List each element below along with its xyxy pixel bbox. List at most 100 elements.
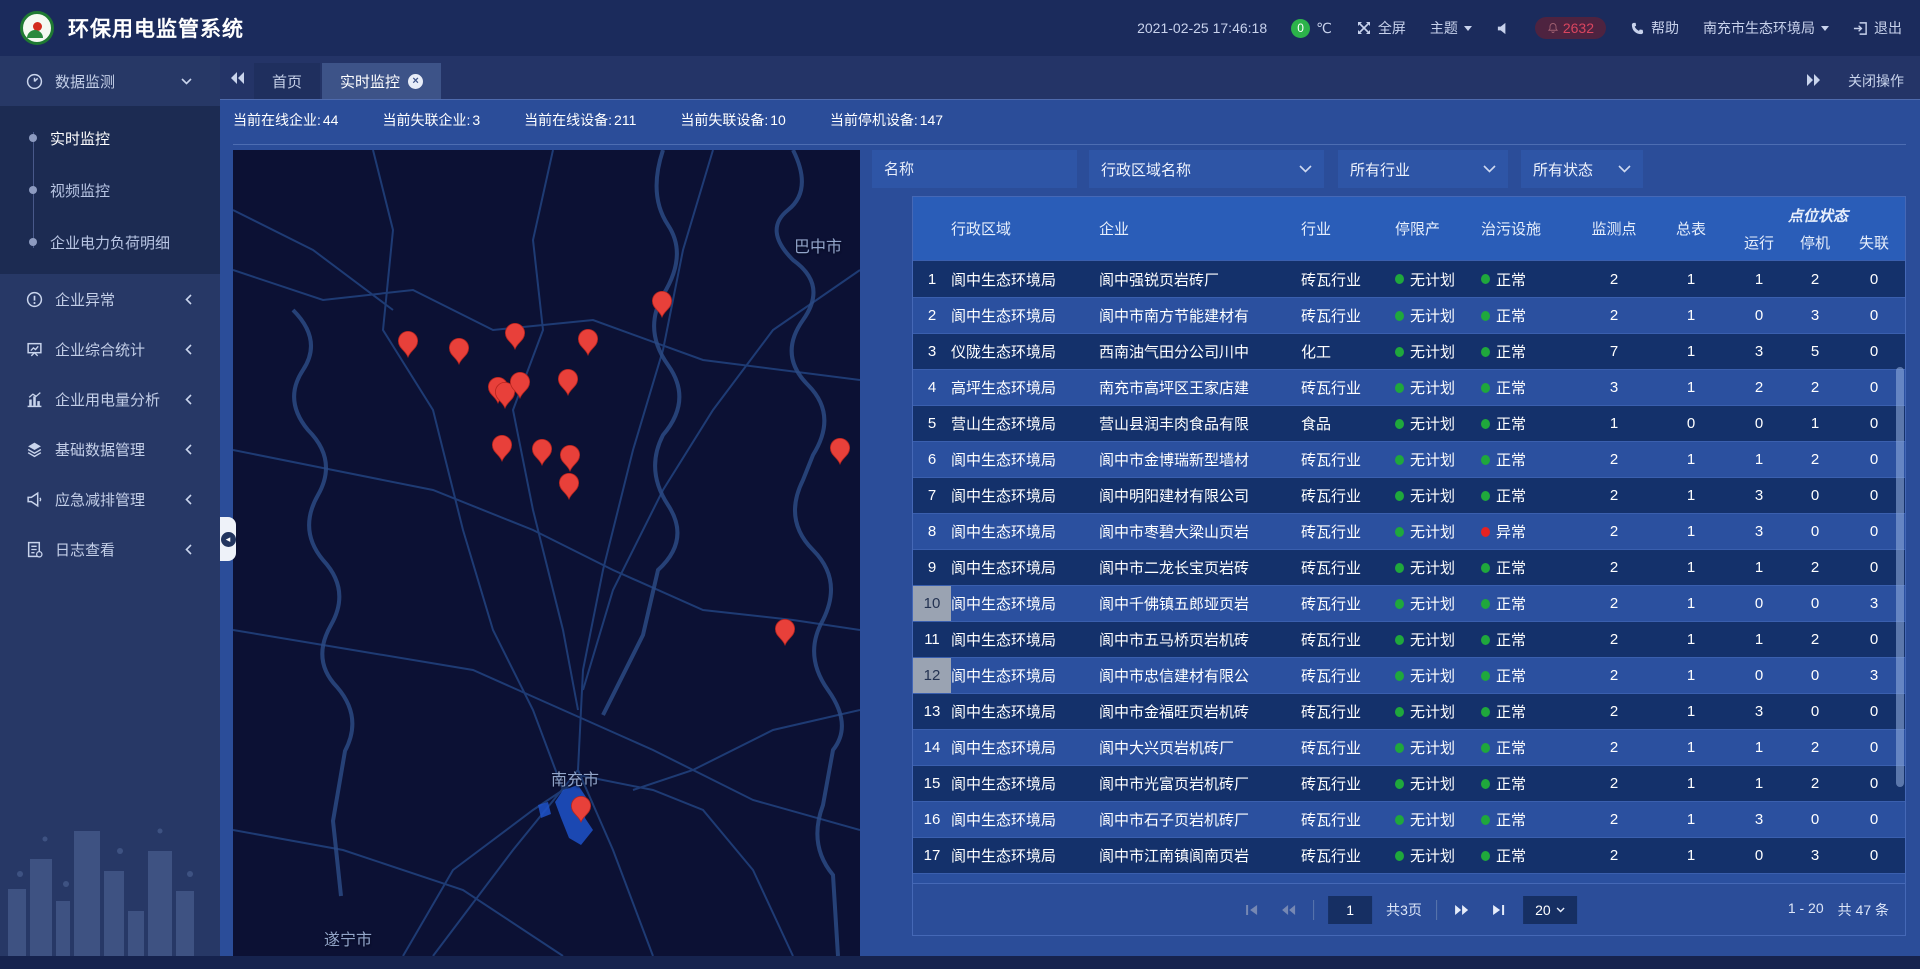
table-row[interactable]: 5 营山生态环境局 营山县润丰肉食品有限 食品 无计划 正常 1 0 0 1 0	[913, 405, 1905, 441]
table-row[interactable]: 17 阆中生态环境局 阆中市江南镇阆南页岩 砖瓦行业 无计划 正常 2 1 0 …	[913, 837, 1905, 873]
table-row[interactable]: 14 阆中生态环境局 阆中大兴页岩机砖厂 砖瓦行业 无计划 正常 2 1 1 2…	[913, 729, 1905, 765]
table-scrollbar[interactable]	[1896, 367, 1904, 787]
map-panel[interactable]: 巴中市 南充市 遂宁市	[233, 150, 860, 956]
notification-badge[interactable]: 2632	[1535, 17, 1606, 39]
table-row[interactable]: 10 阆中生态环境局 阆中千佛镇五郎垭页岩 砖瓦行业 无计划 正常 2 1 0 …	[913, 585, 1905, 621]
cell-stop-status: 无计划	[1395, 557, 1481, 578]
status-select[interactable]: 所有状态	[1521, 150, 1643, 188]
map-pin-icon[interactable]	[578, 329, 597, 355]
temperature: 0 ℃	[1291, 19, 1332, 38]
stat-lost-devices: 当前失联设备:10	[680, 110, 785, 130]
status-dot	[1481, 274, 1490, 284]
page-number-input[interactable]: 1	[1328, 896, 1372, 924]
cell-company: 阆中市金博瑞新型墙材	[1099, 449, 1301, 470]
cell-region: 阆中生态环境局	[951, 269, 1099, 290]
map-pin-icon[interactable]	[560, 445, 579, 471]
cell-region: 阆中生态环境局	[951, 521, 1099, 542]
sidebar-item-enterprise-statistics[interactable]: 企业综合统计	[0, 324, 220, 374]
map-pin-icon[interactable]	[558, 369, 577, 395]
chevron-down-icon	[1821, 26, 1829, 31]
tab-close-icon[interactable]: ×	[408, 74, 423, 89]
cell-run-count: 0	[1731, 415, 1787, 432]
map-pin-icon[interactable]	[492, 435, 511, 461]
cell-stop-status: 无计划	[1395, 665, 1481, 686]
page-size-select[interactable]: 20	[1523, 896, 1577, 924]
sidebar-item-base-data-management[interactable]: 基础数据管理	[0, 424, 220, 474]
table-row[interactable]: 15 阆中生态环境局 阆中市光富页岩机砖厂 砖瓦行业 无计划 正常 2 1 1 …	[913, 765, 1905, 801]
map-pin-icon[interactable]	[505, 323, 524, 349]
table-row[interactable]: 12 阆中生态环境局 阆中市忠信建材有限公 砖瓦行业 无计划 正常 2 1 0 …	[913, 657, 1905, 693]
sidebar-item-data-monitoring[interactable]: 数据监测	[0, 56, 220, 106]
sidebar-item-log-view[interactable]: 日志查看	[0, 524, 220, 574]
table-row[interactable]: 1 阆中生态环境局 阆中强锐页岩砖厂 砖瓦行业 无计划 正常 2 1 1 2 0	[913, 261, 1905, 297]
cell-stop-status: 无计划	[1395, 629, 1481, 650]
table-row[interactable]: 8 阆中生态环境局 阆中市枣碧大梁山页岩 砖瓦行业 无计划 异常 2 1 3 0…	[913, 513, 1905, 549]
tab-home[interactable]: 首页	[254, 63, 320, 99]
tab-realtime-monitor[interactable]: 实时监控 ×	[322, 63, 441, 99]
sidebar-item-emergency-reduction[interactable]: 应急减排管理	[0, 474, 220, 524]
exit-button[interactable]: 退出	[1853, 18, 1902, 38]
tabs-scroll-left-button[interactable]	[220, 61, 254, 95]
user-menu[interactable]: 南充市生态环境局	[1703, 18, 1829, 38]
region-select[interactable]: 行政区域名称	[1089, 150, 1324, 188]
row-number: 6	[913, 442, 951, 477]
chevron-left-icon	[185, 544, 192, 555]
cell-company: 营山县润丰肉食品有限	[1099, 413, 1301, 434]
cell-company: 阆中大兴页岩机砖厂	[1099, 737, 1301, 758]
sidebar-item-power-usage-analysis[interactable]: 企业用电量分析	[0, 374, 220, 424]
sidebar-collapse-handle[interactable]: ◂	[220, 517, 236, 561]
cell-company: 阆中市南方节能建材有	[1099, 305, 1301, 326]
next-page-button[interactable]	[1451, 899, 1473, 921]
table-row[interactable]: 3 仪陇生态环境局 西南油气田分公司川中 化工 无计划 正常 7 1 3 5 0	[913, 333, 1905, 369]
cell-company: 阆中市石子页岩机砖厂	[1099, 809, 1301, 830]
mute-button[interactable]	[1496, 21, 1511, 36]
table-row[interactable]: 13 阆中生态环境局 阆中市金福旺页岩机砖 砖瓦行业 无计划 正常 2 1 3 …	[913, 693, 1905, 729]
sidebar-item-realtime-monitor[interactable]: 实时监控	[0, 112, 220, 164]
prev-page-button[interactable]	[1277, 899, 1299, 921]
table-row[interactable]: 2 阆中生态环境局 阆中市南方节能建材有 砖瓦行业 无计划 正常 2 1 0 3…	[913, 297, 1905, 333]
table-row[interactable]: 4 高坪生态环境局 南充市高坪区王家店建 砖瓦行业 无计划 正常 3 1 2 2…	[913, 369, 1905, 405]
map-pin-icon[interactable]	[449, 338, 468, 364]
cell-facility-status: 正常	[1481, 413, 1577, 434]
close-operations-button[interactable]: 关闭操作	[1848, 71, 1904, 91]
cell-region: 仪陇生态环境局	[951, 341, 1099, 362]
help-button[interactable]: 帮助	[1630, 18, 1679, 38]
cell-facility-status: 正常	[1481, 485, 1577, 506]
table-row[interactable]: 9 阆中生态环境局 阆中市二龙长宝页岩砖 砖瓦行业 无计划 正常 2 1 1 2…	[913, 549, 1905, 585]
table-row[interactable]: 7 阆中生态环境局 阆中明阳建材有限公司 砖瓦行业 无计划 正常 2 1 3 0…	[913, 477, 1905, 513]
theme-menu[interactable]: 主题	[1430, 18, 1472, 38]
map-pin-icon[interactable]	[398, 331, 417, 357]
map-pin-icon[interactable]	[775, 619, 794, 645]
cell-stop-status: 无计划	[1395, 305, 1481, 326]
cell-region: 阆中生态环境局	[951, 593, 1099, 614]
table-row[interactable]: 6 阆中生态环境局 阆中市金博瑞新型墙材 砖瓦行业 无计划 正常 2 1 1 2…	[913, 441, 1905, 477]
tabs-scroll-right-button[interactable]	[1806, 73, 1822, 90]
cell-stop-status: 无计划	[1395, 701, 1481, 722]
name-search-input[interactable]	[872, 150, 1077, 188]
status-dot	[1481, 455, 1490, 465]
cell-facility-status: 正常	[1481, 701, 1577, 722]
table-row[interactable]: 16 阆中生态环境局 阆中市石子页岩机砖厂 砖瓦行业 无计划 正常 2 1 3 …	[913, 801, 1905, 837]
datetime: 2021-02-25 17:46:18	[1137, 20, 1267, 36]
cell-monitor-count: 2	[1577, 559, 1651, 576]
pagination-bar: 1 共3页 20 1 - 20 共 47 条	[913, 883, 1905, 935]
first-page-button[interactable]	[1241, 899, 1263, 921]
status-dot-green	[1395, 383, 1404, 393]
status-dot	[1481, 419, 1490, 429]
fullscreen-button[interactable]: 全屏	[1356, 18, 1406, 38]
industry-select[interactable]: 所有行业	[1338, 150, 1508, 188]
map-pin-icon[interactable]	[532, 439, 551, 465]
sidebar-item-video-monitor[interactable]: 视频监控	[0, 164, 220, 216]
map-pin-icon[interactable]	[830, 438, 849, 464]
sidebar-item-power-load-detail[interactable]: 企业电力负荷明细	[0, 216, 220, 268]
user-name: 南充市生态环境局	[1703, 18, 1815, 38]
sidebar-item-enterprise-abnormal[interactable]: 企业异常	[0, 274, 220, 324]
table-row[interactable]: 18 南部生态环境局 南部县建华水泥有限公 建材加工 无计划 正常 6 0 0 …	[913, 873, 1905, 883]
row-number: 17	[913, 838, 951, 873]
last-page-button[interactable]	[1487, 899, 1509, 921]
table-row[interactable]: 11 阆中生态环境局 阆中市五马桥页岩机砖 砖瓦行业 无计划 正常 2 1 1 …	[913, 621, 1905, 657]
row-number: 9	[913, 550, 951, 585]
status-dot-green	[1395, 419, 1404, 429]
status-dot	[1481, 311, 1490, 321]
map-pin-icon[interactable]	[559, 473, 578, 499]
